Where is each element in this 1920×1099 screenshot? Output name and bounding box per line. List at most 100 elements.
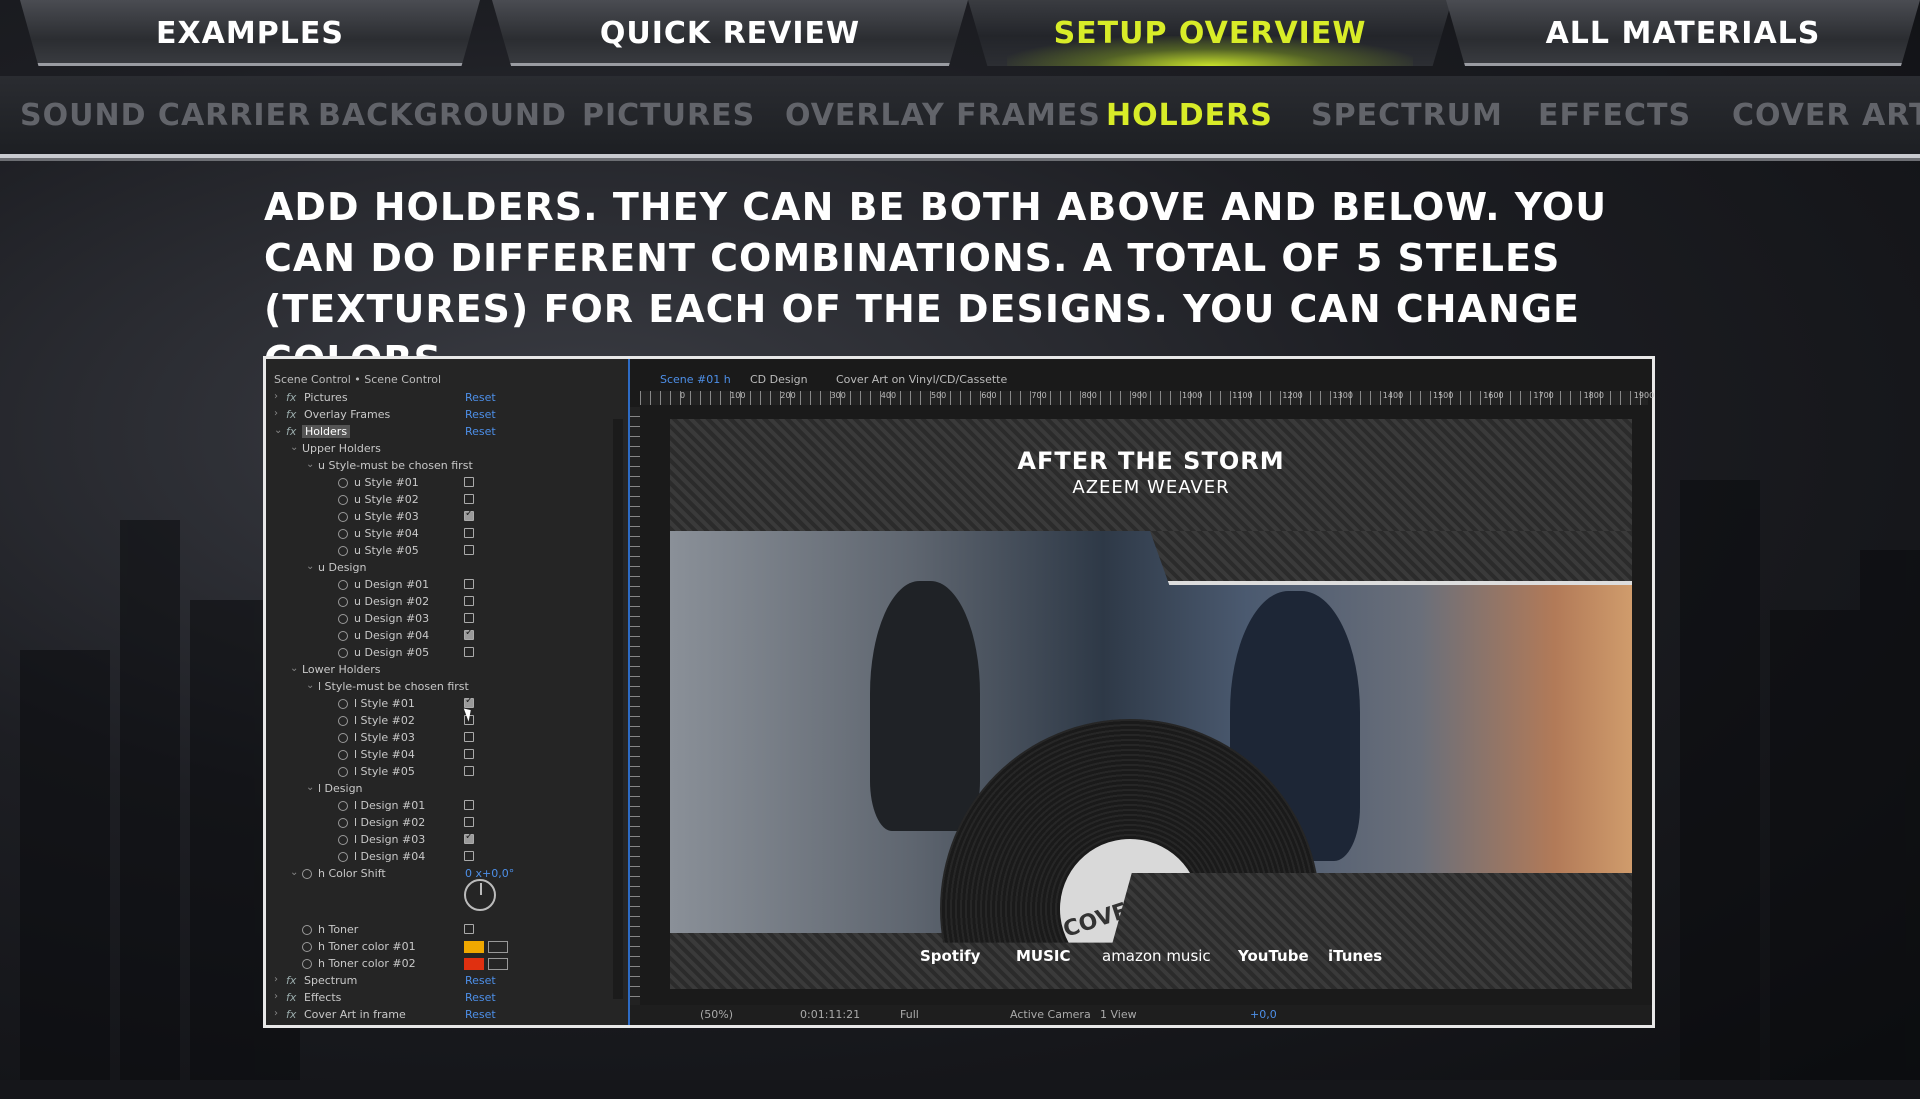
eyedropper-icon[interactable] (488, 958, 508, 970)
stopwatch-icon[interactable] (338, 852, 348, 862)
comp-canvas[interactable]: AFTER THE STORM AZEEM WEAVER COVER ART S… (670, 419, 1632, 989)
exposure-value[interactable]: +0,0 (1250, 1008, 1277, 1021)
comp-tab-cover-art[interactable]: Cover Art on Vinyl/CD/Cassette (836, 373, 1007, 386)
reset-link[interactable]: Reset (465, 991, 496, 1004)
stopwatch-icon[interactable] (338, 835, 348, 845)
stopwatch-icon[interactable] (338, 699, 348, 709)
ruler-label: 300 (830, 391, 846, 400)
param-row: u Design #01 (266, 578, 606, 593)
view-layout-dropdown[interactable]: 1 View (1100, 1008, 1137, 1021)
tab-quick-review[interactable]: QUICK REVIEW (492, 0, 968, 66)
reset-link[interactable]: Reset (465, 1008, 496, 1021)
param-row: u Style #02 (266, 493, 606, 508)
tab-all-materials[interactable]: ALL MATERIALS (1446, 0, 1920, 66)
stopwatch-icon[interactable] (338, 733, 348, 743)
top-tab-bar: EXAMPLES QUICK REVIEW SETUP OVERVIEW ALL… (0, 0, 1920, 72)
checkbox[interactable] (464, 528, 474, 538)
checkbox[interactable] (464, 477, 474, 487)
effect-holders[interactable]: ⌄ fx Holders Reset (266, 425, 606, 440)
param-label: l Design #02 (354, 816, 426, 829)
stopwatch-icon[interactable] (338, 546, 348, 556)
effect-label: Holders (302, 425, 351, 438)
horizontal-ruler: 0 100 200 300 400 500 600 700 800 900 1000 1100 1200… (640, 391, 1654, 405)
resolution-dropdown[interactable]: Full (900, 1008, 919, 1021)
timecode[interactable]: 0:01:11:21 (800, 1008, 860, 1021)
stopwatch-icon[interactable] (338, 614, 348, 624)
camera-dropdown[interactable]: Active Camera (1010, 1008, 1091, 1021)
stopwatch-icon[interactable] (302, 925, 312, 935)
param-label: l Style #01 (354, 697, 415, 710)
tab-examples[interactable]: EXAMPLES (20, 0, 480, 66)
group-l-design[interactable]: ⌄ l Design (266, 782, 606, 797)
stopwatch-icon[interactable] (338, 767, 348, 777)
stopwatch-icon[interactable] (338, 631, 348, 641)
effect-effects[interactable]: › fx Effects Reset (266, 991, 606, 1006)
comp-tab-cd-design[interactable]: CD Design (750, 373, 808, 386)
checkbox[interactable] (464, 831, 474, 844)
checkbox[interactable] (464, 924, 474, 934)
group-upper-holders[interactable]: ⌄ Upper Holders (266, 442, 606, 457)
group-lower-holders[interactable]: ⌄ Lower Holders (266, 663, 606, 678)
stopwatch-icon[interactable] (338, 580, 348, 590)
checkbox[interactable] (464, 627, 474, 640)
stopwatch-icon[interactable] (338, 597, 348, 607)
nav-pictures[interactable]: PICTURES (582, 98, 755, 133)
stopwatch-icon[interactable] (338, 648, 348, 658)
nav-cover-art[interactable]: COVER ART (1732, 98, 1920, 133)
panel-scrollbar[interactable] (613, 419, 623, 999)
checkbox[interactable] (464, 766, 474, 776)
stopwatch-icon[interactable] (338, 478, 348, 488)
checkbox[interactable] (464, 800, 474, 810)
reset-link[interactable]: Reset (465, 391, 496, 404)
nav-effects[interactable]: EFFECTS (1538, 98, 1691, 133)
stopwatch-icon[interactable] (338, 801, 348, 811)
nav-spectrum[interactable]: SPECTRUM (1311, 98, 1503, 133)
eyedropper-icon[interactable] (488, 941, 508, 953)
ruler-label: 1100 (1232, 391, 1253, 400)
effect-cover-art-in-frame[interactable]: › fx Cover Art in frame Reset (266, 1008, 606, 1023)
checkbox[interactable] (464, 508, 474, 521)
angle-value[interactable]: 0 x+0,0° (465, 867, 514, 880)
nav-background[interactable]: BACKGROUND (318, 98, 567, 133)
group-u-design[interactable]: ⌄ u Design (266, 561, 606, 576)
checkbox[interactable] (464, 494, 474, 504)
tab-setup-overview[interactable]: SETUP OVERVIEW (968, 0, 1452, 66)
reset-link[interactable]: Reset (465, 408, 496, 421)
stopwatch-icon[interactable] (302, 869, 312, 879)
checkbox[interactable] (464, 817, 474, 827)
nav-sound-carrier[interactable]: SOUND CARRIER (20, 98, 311, 133)
viewer-status-bar: (50%) 0:01:11:21 Full Active Camera 1 Vi… (630, 1005, 1652, 1025)
stopwatch-icon[interactable] (338, 716, 348, 726)
checkbox[interactable] (464, 545, 474, 555)
nav-holders[interactable]: HOLDERS (1106, 98, 1273, 133)
group-u-style[interactable]: ⌄ u Style-must be chosen first (266, 459, 606, 474)
angle-dial[interactable] (464, 879, 496, 911)
reset-link[interactable]: Reset (465, 425, 496, 438)
fx-icon: fx (286, 391, 297, 404)
group-l-style[interactable]: ⌄ l Style-must be chosen first (266, 680, 606, 695)
checkbox[interactable] (464, 613, 474, 623)
checkbox[interactable] (464, 579, 474, 589)
stopwatch-icon[interactable] (338, 750, 348, 760)
checkbox[interactable] (464, 749, 474, 759)
effect-spectrum[interactable]: › fx Spectrum Reset (266, 974, 606, 989)
checkbox[interactable] (464, 647, 474, 657)
reset-link[interactable]: Reset (465, 974, 496, 987)
stopwatch-icon[interactable] (302, 942, 312, 952)
checkbox[interactable] (464, 732, 474, 742)
color-swatch[interactable] (464, 941, 484, 953)
checkbox[interactable] (464, 851, 474, 861)
zoom-dropdown[interactable]: (50%) (700, 1008, 733, 1021)
nav-overlay-frames[interactable]: OVERLAY FRAMES (785, 98, 1101, 133)
effect-pictures[interactable]: › fx Pictures Reset (266, 391, 606, 406)
param-row: u Style #04 (266, 527, 606, 542)
stopwatch-icon[interactable] (338, 529, 348, 539)
color-swatch[interactable] (464, 958, 484, 970)
stopwatch-icon[interactable] (338, 512, 348, 522)
stopwatch-icon[interactable] (302, 959, 312, 969)
comp-tab-scene[interactable]: Scene #01 h (660, 373, 731, 386)
stopwatch-icon[interactable] (338, 818, 348, 828)
effect-overlay-frames[interactable]: › fx Overlay Frames Reset (266, 408, 606, 423)
stopwatch-icon[interactable] (338, 495, 348, 505)
checkbox[interactable] (464, 596, 474, 606)
